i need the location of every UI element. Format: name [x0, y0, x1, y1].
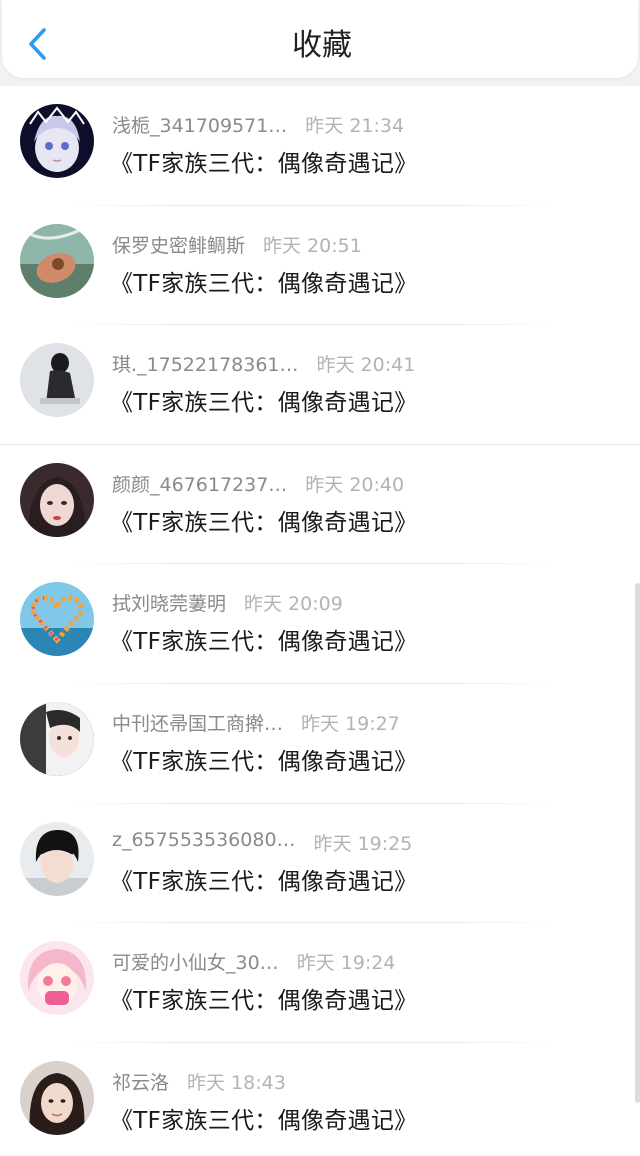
- avatar[interactable]: [20, 343, 94, 418]
- user-name[interactable]: z_657553536080…: [112, 829, 296, 851]
- user-name[interactable]: 可爱的小仙女_30…: [112, 948, 279, 975]
- work-title[interactable]: 《TF家族三代：偶像奇遇记》: [110, 383, 417, 417]
- avatar[interactable]: [20, 462, 94, 537]
- timestamp: 昨天 20:09: [244, 593, 343, 616]
- work-title[interactable]: 《TF家族三代：偶像奇遇记》: [110, 742, 417, 776]
- list-item[interactable]: z_657553536080… 昨天 19:25 《TF家族三代：偶像奇遇记》: [0, 804, 640, 924]
- user-name[interactable]: 琪._17522178361…: [112, 350, 299, 377]
- work-title[interactable]: 《TF家族三代：偶像奇遇记》: [110, 1101, 417, 1135]
- page-title: 收藏: [292, 28, 352, 63]
- list-item[interactable]: 拭刘晓莞萋明 昨天 20:09 《TF家族三代：偶像奇遇记》: [0, 564, 640, 684]
- timestamp: 昨天 19:25: [313, 832, 413, 855]
- favorites-list: 浅栀_341709571… 昨天 21:34 《TF家族三代：偶像奇遇记》 保罗史…: [0, 86, 640, 1156]
- avatar[interactable]: [20, 701, 94, 776]
- list-item[interactable]: 颜颜_467617237… 昨天 20:40 《TF家族三代：偶像奇遇记》: [0, 445, 640, 565]
- user-name[interactable]: 保罗史密鲱鲷斯: [112, 231, 245, 258]
- list-item[interactable]: 浅栀_341709571… 昨天 21:34 《TF家族三代：偶像奇遇记》: [0, 86, 640, 206]
- timestamp: 昨天 20:41: [316, 354, 416, 377]
- item-meta: 浅栀_341709571… 昨天 21:34: [112, 111, 404, 141]
- list-item[interactable]: 保罗史密鲱鲷斯 昨天 20:51 《TF家族三代：偶像奇遇记》: [0, 206, 640, 326]
- avatar[interactable]: [20, 104, 94, 178]
- item-meta: 中刊还帚国工商擀… 昨天 19:27: [112, 709, 400, 739]
- work-title[interactable]: 《TF家族三代：偶像奇遇记》: [110, 503, 417, 537]
- item-meta: z_657553536080… 昨天 19:25: [112, 829, 412, 859]
- header-card: 收藏: [2, 0, 638, 78]
- scrollbar[interactable]: [635, 583, 640, 1103]
- timestamp: 昨天 18:43: [187, 1071, 286, 1094]
- item-meta: 颜颜_467617237… 昨天 20:40: [112, 470, 404, 500]
- user-name[interactable]: 祁云洛: [112, 1068, 169, 1095]
- timestamp: 昨天 20:40: [305, 473, 405, 496]
- timestamp: 昨天 21:34: [305, 115, 405, 137]
- item-meta: 可爱的小仙女_30… 昨天 19:24: [112, 948, 395, 978]
- user-name[interactable]: 浅栀_341709571…: [112, 111, 287, 138]
- avatar[interactable]: [20, 941, 94, 1016]
- list-item[interactable]: 祁云洛 昨天 18:43 《TF家族三代：偶像奇遇记》: [0, 1043, 640, 1156]
- work-title[interactable]: 《TF家族三代：偶像奇遇记》: [110, 862, 417, 896]
- item-meta: 保罗史密鲱鲷斯 昨天 20:51: [112, 231, 362, 261]
- item-meta: 琪._17522178361… 昨天 20:41: [112, 350, 415, 380]
- timestamp: 昨天 19:24: [296, 952, 396, 975]
- user-name[interactable]: 中刊还帚国工商擀…: [112, 709, 283, 736]
- avatar[interactable]: [20, 223, 94, 298]
- timestamp: 昨天 19:27: [301, 712, 400, 735]
- user-name[interactable]: 拭刘晓莞萋明: [112, 589, 226, 616]
- list-item[interactable]: 可爱的小仙女_30… 昨天 19:24 《TF家族三代：偶像奇遇记》: [0, 923, 640, 1043]
- work-title[interactable]: 《TF家族三代：偶像奇遇记》: [110, 144, 417, 178]
- page: 收藏 浅栀_341709571… 昨天 21:34 《TF家族三代：偶像奇遇记》: [0, 0, 640, 1156]
- work-title[interactable]: 《TF家族三代：偶像奇遇记》: [110, 981, 417, 1015]
- header-bar: 收藏: [0, 0, 640, 86]
- work-title[interactable]: 《TF家族三代：偶像奇遇记》: [110, 622, 417, 656]
- avatar[interactable]: [20, 582, 94, 657]
- item-meta: 拭刘晓莞萋明 昨天 20:09: [112, 589, 343, 619]
- timestamp: 昨天 20:51: [263, 234, 362, 257]
- list-item[interactable]: 中刊还帚国工商擀… 昨天 19:27 《TF家族三代：偶像奇遇记》: [0, 684, 640, 804]
- item-meta: 祁云洛 昨天 18:43: [112, 1068, 286, 1098]
- avatar[interactable]: [20, 1060, 94, 1135]
- list-item[interactable]: 琪._17522178361… 昨天 20:41 《TF家族三代：偶像奇遇记》: [0, 325, 640, 445]
- user-name[interactable]: 颜颜_467617237…: [112, 470, 287, 497]
- work-title[interactable]: 《TF家族三代：偶像奇遇记》: [110, 264, 417, 298]
- avatar[interactable]: [20, 821, 94, 896]
